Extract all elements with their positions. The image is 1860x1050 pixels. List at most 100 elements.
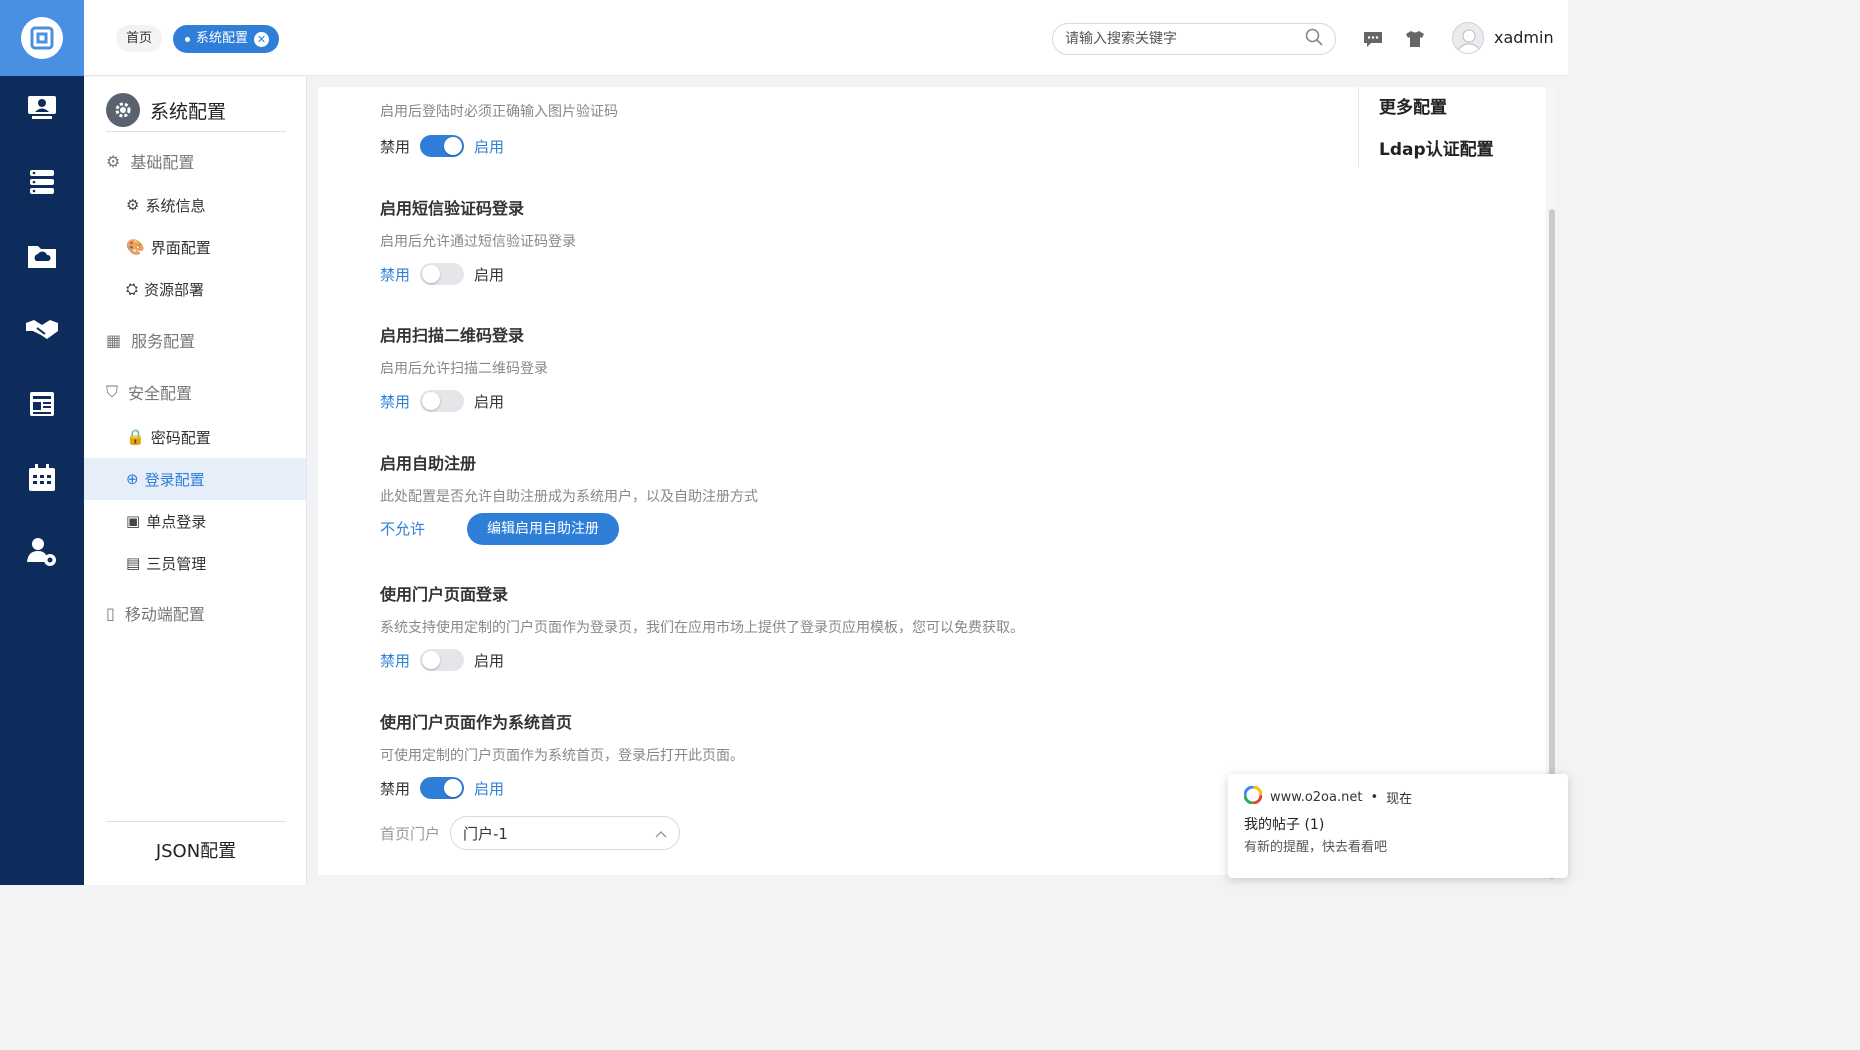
news-icon[interactable] <box>0 374 84 434</box>
logo[interactable] <box>0 0 84 76</box>
tab-label: 系统配置 <box>196 31 249 46</box>
sidebar-item-sso[interactable]: ▣ 单点登录 <box>84 500 306 542</box>
toggle-on-label: 启用 <box>474 779 505 798</box>
divider <box>106 131 286 132</box>
nav-group-security[interactable]: ⛉ 安全配置 <box>106 380 192 404</box>
search-input[interactable] <box>1065 31 1305 47</box>
tab-home[interactable]: 首页 <box>116 25 163 52</box>
nav-group-mobile[interactable]: ▯ 移动端配置 <box>106 601 205 625</box>
shield-icon: ⛉ <box>106 382 119 401</box>
anchor-more-config[interactable]: 更多配置 <box>1379 93 1447 118</box>
toggle-on-label: 启用 <box>474 137 505 156</box>
user-desk-icon[interactable] <box>0 78 84 138</box>
sidebar-item-label: 密码配置 <box>150 428 211 447</box>
notification-popup[interactable]: www.o2oa.net • 现在 我的帖子 (1) 有新的提醒，快去看看吧 <box>1228 774 1568 878</box>
sms-toggle-row: 禁用 启用 <box>380 263 504 285</box>
notification-time: 现在 <box>1386 791 1413 807</box>
captcha-section: 启用后登陆时必须正确输入图片验证码 <box>380 101 618 121</box>
avatar[interactable] <box>1452 22 1484 54</box>
json-config-button[interactable]: JSON配置 <box>106 837 286 863</box>
divider <box>106 821 286 822</box>
server-icon[interactable] <box>0 152 84 212</box>
toggle-off-label: 禁用 <box>380 137 411 156</box>
captcha-toggle[interactable] <box>420 135 465 157</box>
sidebar-item-label: 三员管理 <box>146 554 207 573</box>
chevron-up-icon <box>655 824 667 842</box>
sidebar-item-three-admin[interactable]: ▤ 三员管理 <box>84 542 306 584</box>
palette-icon: 🎨 <box>126 238 145 256</box>
notification-body: 有新的提醒，快去看看吧 <box>1244 840 1388 855</box>
service-icon: ▦ <box>106 330 122 350</box>
section-desc: 启用后登陆时必须正确输入图片验证码 <box>380 104 618 120</box>
edit-self-register-button[interactable]: 编辑启用自助注册 <box>467 513 619 545</box>
nav-group-label: 服务配置 <box>131 332 196 351</box>
anchor-ldap-config[interactable]: Ldap认证配置 <box>1379 135 1494 160</box>
id-card-icon: ▣ <box>126 512 141 530</box>
nav-group-label: 安全配置 <box>128 384 193 403</box>
top-bar: 首页 系统配置 ✕ xadmin <box>84 0 1568 76</box>
close-icon[interactable]: ✕ <box>254 31 270 47</box>
section-title: 使用门户页面作为系统首页 <box>380 713 573 732</box>
left-rail <box>0 0 84 885</box>
cloud-folder-icon[interactable] <box>0 226 84 286</box>
self-register-section: 启用自助注册 此处配置是否允许自助注册成为系统用户，以及自助注册方式 <box>380 450 758 506</box>
sidebar-title: 系统配置 <box>106 93 226 127</box>
nav-group-basic[interactable]: ⚙ 基础配置 <box>106 149 194 173</box>
sidebar-item-label: 界面配置 <box>150 238 211 257</box>
sidebar-item-ui-config[interactable]: 🎨 界面配置 <box>84 226 306 268</box>
separator-dot: • <box>1370 789 1379 805</box>
tab-system-config[interactable]: 系统配置 ✕ <box>173 25 280 53</box>
tab-active-dot <box>185 36 190 42</box>
message-icon[interactable] <box>1362 28 1384 50</box>
sidebar-item-label: 登录配置 <box>144 470 205 489</box>
sidebar-item-resource-deploy[interactable]: ⛭ 资源部署 <box>84 268 306 310</box>
toggle-on-label: 启用 <box>474 265 505 284</box>
toggle-off-label: 禁用 <box>380 392 411 411</box>
scrollbar[interactable] <box>1547 87 1557 879</box>
qrcode-toggle[interactable] <box>420 390 465 412</box>
section-desc: 系统支持使用定制的门户页面作为登录页，我们在应用市场上提供了登录页应用模板，您可… <box>380 620 1024 636</box>
lock-icon: 🔒 <box>126 428 145 446</box>
sidebar-item-password-config[interactable]: 🔒 密码配置 <box>84 416 306 458</box>
sidebar-item-system-info[interactable]: ⚙ 系统信息 <box>84 184 306 226</box>
sms-toggle[interactable] <box>420 263 465 285</box>
skin-shirt-icon[interactable] <box>1404 28 1426 50</box>
nav-group-label: 基础配置 <box>130 153 195 172</box>
handshake-icon[interactable] <box>0 300 84 360</box>
section-desc: 此处配置是否允许自助注册成为系统用户，以及自助注册方式 <box>380 489 758 505</box>
portal-login-toggle[interactable] <box>420 649 465 671</box>
user-settings-icon[interactable] <box>0 522 84 582</box>
section-title: 使用门户页面登录 <box>380 585 509 604</box>
section-title: 启用自助注册 <box>380 454 477 473</box>
logo-icon <box>21 17 63 59</box>
gear-icon: ⚙ <box>126 196 140 214</box>
username[interactable]: xadmin <box>1494 28 1554 47</box>
login-icon: ⊕ <box>126 470 139 488</box>
portal-home-section: 使用门户页面作为系统首页 可使用定制的门户页面作为系统首页，登录后打开此页面。 <box>380 709 744 765</box>
search-icon[interactable] <box>1305 28 1323 50</box>
section-desc: 启用后允许通过短信验证码登录 <box>380 234 576 250</box>
portal-login-toggle-row: 禁用 启用 <box>380 649 504 671</box>
portal-home-toggle[interactable] <box>420 777 465 799</box>
search-box <box>1052 23 1336 55</box>
portal-select[interactable]: 门户-1 <box>450 816 680 850</box>
self-register-status: 不允许 <box>380 518 425 539</box>
calendar-icon[interactable] <box>0 448 84 508</box>
nav-group-service[interactable]: ▦ 服务配置 <box>106 328 195 352</box>
sidebar-item-label: 系统信息 <box>145 196 206 215</box>
portal-login-section: 使用门户页面登录 系统支持使用定制的门户页面作为登录页，我们在应用市场上提供了登… <box>380 581 1024 637</box>
notification-title: 我的帖子 (1) <box>1244 817 1325 833</box>
captcha-toggle-row: 禁用 启用 <box>380 135 504 157</box>
section-title: 启用短信验证码登录 <box>380 199 525 218</box>
main-content: 启用后登陆时必须正确输入图片验证码 禁用 启用 启用短信验证码登录 启用后允许通… <box>318 87 1546 875</box>
mobile-icon: ▯ <box>106 603 115 623</box>
anchor-nav: 更多配置 Ldap认证配置 <box>1358 87 1546 167</box>
sidebar-item-login-config[interactable]: ⊕ 登录配置 <box>84 458 306 500</box>
list-icon: ▤ <box>126 554 141 572</box>
nav-group-label: 移动端配置 <box>124 605 205 624</box>
sms-section: 启用短信验证码登录 启用后允许通过短信验证码登录 <box>380 195 576 251</box>
qrcode-toggle-row: 禁用 启用 <box>380 390 504 412</box>
browser-logo-icon <box>1243 785 1263 808</box>
toggle-off-label: 禁用 <box>380 265 411 284</box>
sidebar-item-label: 资源部署 <box>144 280 205 299</box>
